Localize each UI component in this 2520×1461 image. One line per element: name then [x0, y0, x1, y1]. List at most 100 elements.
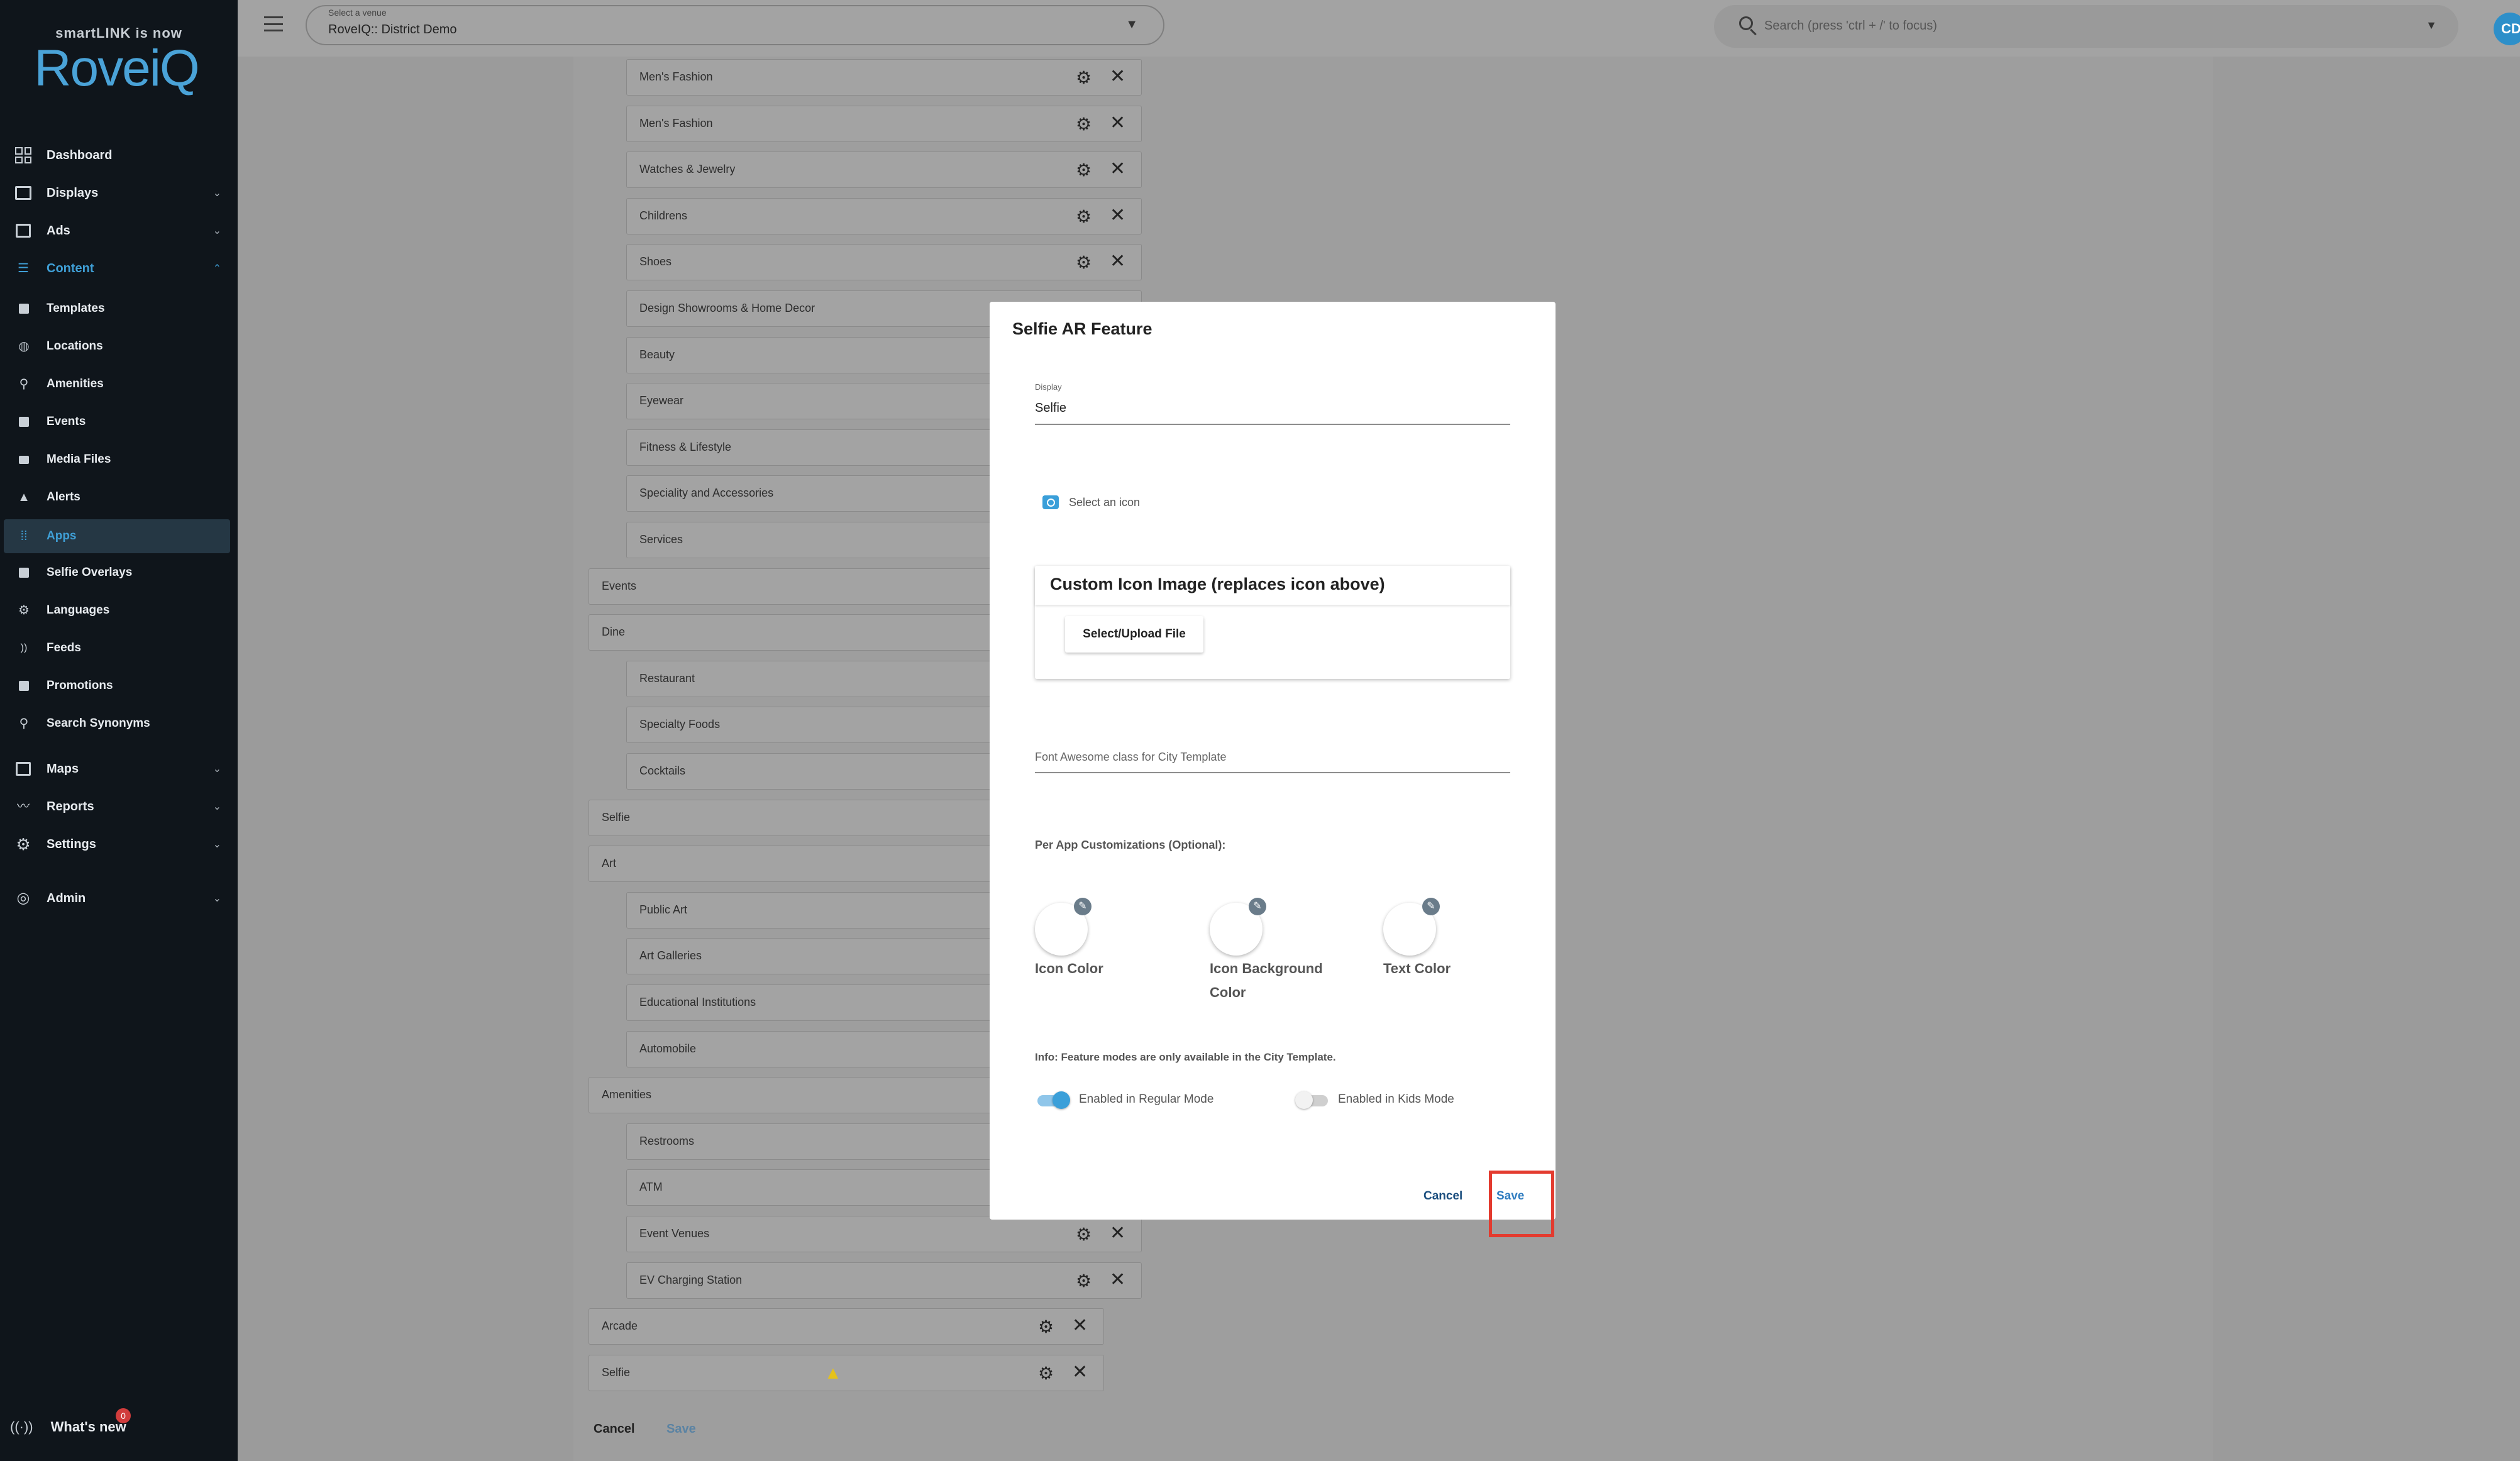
sidebar-item-alerts[interactable]: ▲ Alerts — [4, 480, 230, 514]
list-item[interactable]: EV Charging Station ⚙ ✕ — [626, 1262, 1142, 1299]
save-button-highlight — [1489, 1171, 1554, 1237]
close-icon[interactable]: ✕ — [1072, 1363, 1088, 1382]
list-item-label: Art — [602, 857, 617, 869]
select-icon-button[interactable]: Select an icon — [1042, 495, 1140, 509]
gear-icon[interactable]: ⚙ — [1076, 1272, 1091, 1290]
list-item-label: Events — [602, 580, 637, 592]
close-icon[interactable]: ✕ — [1110, 1271, 1125, 1289]
close-icon[interactable]: ✕ — [1110, 114, 1125, 133]
list-item[interactable]: Childrens ⚙ ✕ — [626, 198, 1142, 234]
warning-icon: ▲ — [824, 1363, 842, 1382]
icon-color-swatch[interactable]: ✎ — [1035, 898, 1091, 956]
notification-badge: 0 — [116, 1408, 131, 1423]
sidebar-item-locations[interactable]: ◍ Locations — [4, 329, 230, 363]
regular-mode-toggle[interactable] — [1035, 1091, 1071, 1110]
sidebar-item-templates[interactable]: Templates — [4, 292, 230, 326]
folder-icon — [18, 453, 30, 466]
chevron-down-icon: ⌄ — [213, 839, 221, 850]
sidebar-item-promotions[interactable]: Promotions — [4, 669, 230, 703]
close-icon[interactable]: ✕ — [1110, 1224, 1125, 1243]
gear-icon[interactable]: ⚙ — [1076, 254, 1091, 272]
sidebar-item-apps[interactable]: ⁞⁞ Apps — [4, 519, 230, 553]
venue-select[interactable]: Select a venue RoveIQ:: District Demo ▼ — [306, 5, 1164, 45]
list-item[interactable]: Arcade ⚙ ✕ — [589, 1308, 1104, 1345]
close-icon[interactable]: ✕ — [1110, 252, 1125, 271]
sidebar-item-content[interactable]: ☰ Content ⌃ — [4, 251, 230, 285]
list-item-label: Men's Fashion — [639, 117, 713, 130]
list-item-label: Watches & Jewelry — [639, 163, 736, 175]
chevron-down-icon: ⌄ — [213, 893, 221, 904]
font-awesome-class-field[interactable]: Font Awesome class for City Template — [1035, 746, 1510, 773]
list-item[interactable]: Selfie ⚙ ✕ ▲ — [589, 1355, 1104, 1391]
sidebar-item-label: Promotions — [47, 679, 113, 692]
pencil-icon[interactable]: ✎ — [1249, 898, 1266, 915]
sidebar-item-maps[interactable]: Maps ⌄ — [4, 752, 230, 786]
list-item-label: Beauty — [639, 348, 675, 361]
list-item-label: Shoes — [639, 255, 672, 268]
select-icon-label: Select an icon — [1069, 495, 1141, 509]
gear-icon[interactable]: ⚙ — [1076, 208, 1091, 226]
list-item-label: EV Charging Station — [639, 1274, 743, 1286]
sidebar-item-label: Media Files — [47, 453, 111, 466]
font-awesome-class-placeholder[interactable]: Font Awesome class for City Template — [1035, 751, 1226, 764]
dropdown-arrow-icon[interactable]: ▼ — [2426, 19, 2437, 32]
sidebar-item-label: Feeds — [47, 641, 81, 654]
hamburger-menu-icon[interactable] — [264, 16, 283, 31]
list-item[interactable]: Men's Fashion ⚙ ✕ — [626, 106, 1142, 142]
list-item-label: Public Art — [639, 903, 688, 916]
kids-mode-label: Enabled in Kids Mode — [1338, 1093, 1454, 1106]
gear-icon[interactable]: ⚙ — [1076, 69, 1091, 87]
close-icon[interactable]: ✕ — [1072, 1316, 1088, 1335]
search-input[interactable]: Search (press 'ctrl + /' to focus) — [1764, 19, 1937, 33]
sidebar-item-selfie-overlays[interactable]: Selfie Overlays — [4, 556, 230, 590]
pencil-icon[interactable]: ✎ — [1422, 898, 1440, 915]
whats-new-button[interactable]: ((·)) What's new 0 — [10, 1408, 199, 1440]
gear-icon[interactable]: ⚙ — [1076, 1226, 1091, 1243]
upload-file-button[interactable]: Select/Upload File — [1065, 616, 1203, 653]
sidebar-item-label: Settings — [47, 837, 96, 851]
icon-background-color-swatch[interactable]: ✎ — [1210, 898, 1266, 956]
page-save-button[interactable]: Save — [666, 1422, 696, 1436]
rss-icon: )) — [20, 642, 28, 653]
close-icon[interactable]: ✕ — [1110, 160, 1125, 179]
sidebar-item-languages[interactable]: ⚙ Languages — [4, 593, 230, 627]
sidebar-item-amenities[interactable]: ⚲ Amenities — [4, 367, 230, 401]
sidebar-item-settings[interactable]: ⚙ Settings ⌄ — [4, 827, 230, 861]
sidebar-item-dashboard[interactable]: Dashboard — [4, 138, 230, 172]
sidebar-item-media-files[interactable]: Media Files — [4, 443, 230, 477]
sidebar-item-events[interactable]: Events — [4, 405, 230, 439]
sidebar-item-displays[interactable]: Displays ⌄ — [4, 176, 230, 210]
close-icon[interactable]: ✕ — [1110, 206, 1125, 225]
promotions-icon — [18, 680, 30, 692]
list-item-label: Cocktails — [639, 764, 686, 777]
close-icon[interactable]: ✕ — [1110, 67, 1125, 86]
pencil-icon[interactable]: ✎ — [1074, 898, 1091, 915]
gear-icon[interactable]: ⚙ — [1038, 1318, 1054, 1336]
list-item[interactable]: Event Venues ⚙ ✕ — [626, 1216, 1142, 1252]
list-item-label: Men's Fashion — [639, 70, 713, 83]
sidebar-item-search-synonyms[interactable]: ⚲ Search Synonyms — [4, 707, 230, 741]
brand-logo[interactable]: RoveiQ — [0, 39, 233, 98]
list-item[interactable]: Men's Fashion ⚙ ✕ — [626, 59, 1142, 96]
apps-grid-icon: ⁞⁞ — [20, 529, 28, 543]
list-item[interactable]: Watches & Jewelry ⚙ ✕ — [626, 152, 1142, 188]
sidebar-item-feeds[interactable]: )) Feeds — [4, 631, 230, 665]
display-field-value[interactable]: Selfie — [1035, 401, 1066, 416]
cancel-button[interactable]: Cancel — [1423, 1189, 1462, 1203]
gear-icon[interactable]: ⚙ — [1038, 1365, 1054, 1382]
sidebar-item-admin[interactable]: ◎ Admin ⌄ — [4, 881, 230, 915]
sidebar-item-label: Admin — [47, 891, 86, 905]
sidebar-item-reports[interactable]: 〰 Reports ⌄ — [4, 790, 230, 824]
text-color-swatch[interactable]: ✎ — [1383, 898, 1440, 956]
list-item-label: Restaurant — [639, 672, 695, 685]
list-item[interactable]: Shoes ⚙ ✕ — [626, 244, 1142, 280]
list-item-label: Amenities — [602, 1088, 652, 1101]
sidebar-item-ads[interactable]: Ads ⌄ — [4, 214, 230, 248]
kids-mode-toggle[interactable] — [1294, 1091, 1330, 1110]
page-cancel-button[interactable]: Cancel — [594, 1422, 635, 1436]
gear-icon[interactable]: ⚙ — [1076, 162, 1091, 179]
dropdown-arrow-icon[interactable]: ▼ — [1125, 18, 1138, 32]
display-field[interactable]: Display Selfie — [1035, 382, 1510, 425]
global-search[interactable]: Search (press 'ctrl + /' to focus) ▼ — [1714, 5, 2458, 48]
gear-icon[interactable]: ⚙ — [1076, 116, 1091, 133]
